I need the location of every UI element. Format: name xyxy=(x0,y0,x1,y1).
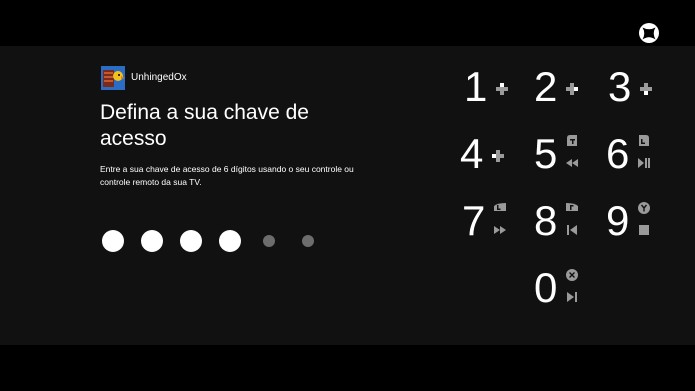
keypad-key-1[interactable]: 1 xyxy=(464,63,524,115)
passcode-dot-filled xyxy=(180,230,202,252)
keypad-digit: 6 xyxy=(606,130,630,177)
keypad-digit: 7 xyxy=(462,197,486,244)
previous-track-icon xyxy=(567,225,577,235)
avatar xyxy=(101,66,125,90)
y-button-icon xyxy=(638,202,650,214)
next-track-icon xyxy=(567,292,577,302)
keypad-key-0[interactable]: 0 xyxy=(534,264,594,316)
keypad-digit: 3 xyxy=(608,63,632,110)
dpad-right-icon xyxy=(566,83,578,95)
lb-bumper-icon xyxy=(494,203,506,211)
dpad-up-icon xyxy=(496,83,508,95)
passcode-dot-filled xyxy=(141,230,163,252)
gamertag: UnhingedOx xyxy=(131,72,187,83)
dpad-left-icon xyxy=(492,150,504,162)
top-band xyxy=(0,0,695,46)
keypad-key-8[interactable]: 8 xyxy=(534,197,594,249)
gamerpic-icon xyxy=(101,66,125,90)
passcode-dot-empty xyxy=(263,235,275,247)
keypad-digit: 0 xyxy=(534,264,558,311)
keypad-key-2[interactable]: 2 xyxy=(534,63,594,115)
passcode-dot-filled xyxy=(102,230,124,252)
fast-forward-icon xyxy=(494,226,506,234)
rb-bumper-icon xyxy=(566,203,578,211)
keypad-key-9[interactable]: 9 xyxy=(606,197,666,249)
play-pause-icon xyxy=(638,158,650,168)
x-button-icon xyxy=(566,269,578,281)
keypad-digit: 2 xyxy=(534,63,558,110)
keypad-digit: 1 xyxy=(464,63,488,110)
rt-trigger-icon xyxy=(567,135,577,146)
keypad-digit: 8 xyxy=(534,197,558,244)
keypad-key-3[interactable]: 3 xyxy=(608,63,668,115)
xbox-logo-icon xyxy=(639,23,659,43)
keypad-key-5[interactable]: 5 xyxy=(534,130,594,182)
lt-trigger-icon xyxy=(639,135,649,146)
stop-icon xyxy=(639,225,649,235)
passcode-dot-empty xyxy=(302,235,314,247)
keypad-digit: 4 xyxy=(460,130,484,177)
keypad-key-6[interactable]: 6 xyxy=(606,130,666,182)
keypad-key-7[interactable]: 7 xyxy=(462,197,522,249)
rewind-icon xyxy=(566,159,578,167)
keypad-key-4[interactable]: 4 xyxy=(460,130,520,182)
bottom-band xyxy=(0,345,695,391)
keypad-digit: 5 xyxy=(534,130,558,177)
dpad-down-icon xyxy=(640,83,652,95)
keypad-digit: 9 xyxy=(606,197,630,244)
passcode-dot-filled xyxy=(219,230,241,252)
instructions-text: Entre a sua chave de acesso de 6 dígitos… xyxy=(100,164,354,187)
page-title: Defina a sua chave de acesso xyxy=(100,101,309,150)
